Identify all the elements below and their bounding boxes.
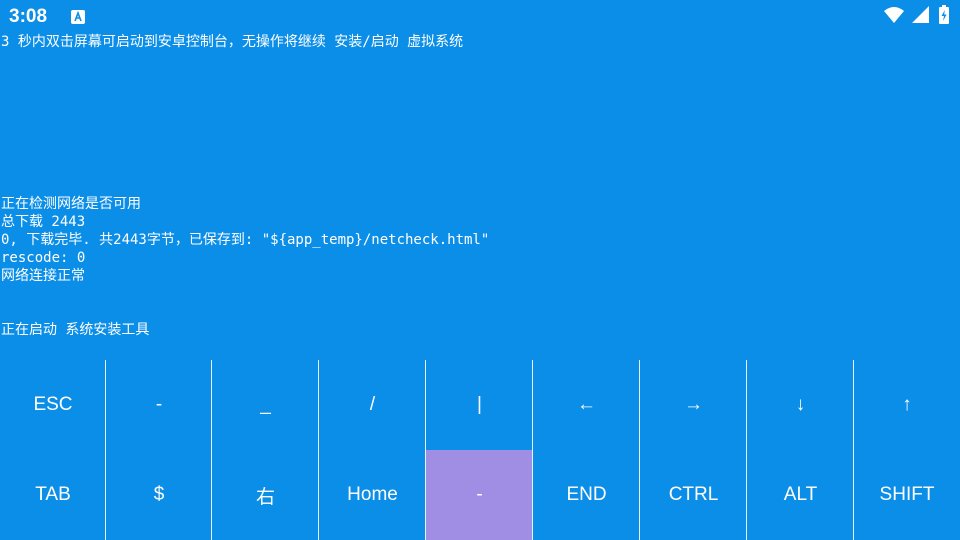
key-right-cn[interactable]: 右 bbox=[212, 450, 319, 540]
key-divider bbox=[532, 360, 533, 540]
terminal-line: 0, 下载完毕. 共2443字节，已保存到: "${app_temp}/netc… bbox=[1, 232, 490, 248]
key-tab[interactable]: TAB bbox=[0, 450, 106, 540]
terminal-line: rescode: 0 bbox=[1, 250, 86, 266]
key-divider bbox=[639, 360, 640, 540]
key-divider bbox=[425, 360, 426, 540]
key-divider bbox=[853, 360, 854, 540]
terminal-output[interactable]: 3 秒内双击屏幕可启动到安卓控制台，无操作将继续 安装/启动 虚拟系统 正在检测… bbox=[0, 0, 960, 360]
key-ctrl[interactable]: CTRL bbox=[640, 450, 747, 540]
key-left-arrow[interactable]: ← bbox=[533, 360, 640, 450]
key-pipe[interactable]: | bbox=[426, 360, 533, 450]
terminal-line: 正在检测网络是否可用 bbox=[1, 196, 141, 212]
key-dash[interactable]: - bbox=[106, 360, 212, 450]
key-divider bbox=[105, 360, 106, 540]
key-shift[interactable]: SHIFT bbox=[854, 450, 960, 540]
extra-keys-bar: ESC - _ / | ← → ↓ ↑ TAB $ 右 Home - END C… bbox=[0, 360, 960, 540]
key-up-arrow[interactable]: ↑ bbox=[854, 360, 960, 450]
key-divider bbox=[746, 360, 747, 540]
key-down-arrow[interactable]: ↓ bbox=[747, 360, 854, 450]
terminal-line: 正在启动 系统安装工具 bbox=[1, 322, 150, 338]
key-right-arrow[interactable]: → bbox=[640, 360, 747, 450]
key-slash[interactable]: / bbox=[319, 360, 426, 450]
key-divider bbox=[318, 360, 319, 540]
key-dollar[interactable]: $ bbox=[106, 450, 212, 540]
terminal-line: 网络连接正常 bbox=[1, 268, 85, 284]
terminal-line: 总下载 2443 bbox=[1, 214, 86, 230]
key-divider bbox=[211, 360, 212, 540]
key-dash-active[interactable]: - bbox=[426, 450, 533, 540]
key-home[interactable]: Home bbox=[319, 450, 426, 540]
key-end[interactable]: END bbox=[533, 450, 640, 540]
key-esc[interactable]: ESC bbox=[0, 360, 106, 450]
key-alt[interactable]: ALT bbox=[747, 450, 854, 540]
key-underscore[interactable]: _ bbox=[212, 360, 319, 450]
terminal-line: 3 秒内双击屏幕可启动到安卓控制台，无操作将继续 安装/启动 虚拟系统 bbox=[1, 34, 464, 50]
